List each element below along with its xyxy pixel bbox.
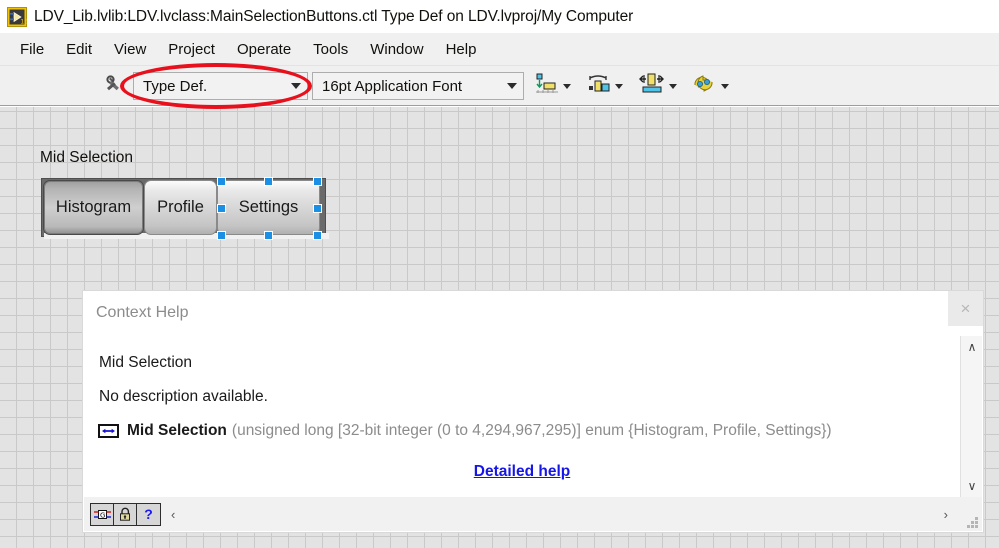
context-help-type-name: Mid Selection (127, 422, 227, 439)
resize-grip[interactable] (965, 515, 978, 528)
menu-view[interactable]: View (103, 38, 157, 61)
context-help-type-row: Mid Selection (unsigned long [32-bit int… (98, 422, 832, 440)
selection-handle-middle-right[interactable] (313, 204, 322, 213)
chevron-down-icon (563, 83, 571, 89)
detailed-help-link-wrap: Detailed help (84, 463, 960, 481)
show-optional-terminals-button[interactable]: G (91, 503, 114, 525)
enum-terminal-icon (98, 424, 119, 438)
segment-button-settings[interactable]: Settings (217, 180, 320, 235)
segment-button-histogram[interactable]: Histogram (43, 180, 144, 235)
wrench-icon (104, 74, 128, 98)
font-dropdown-value: 16pt Application Font (322, 77, 463, 95)
resize-objects-button[interactable] (638, 72, 677, 100)
chevron-down-icon (291, 83, 301, 89)
selection-handle-bottom-center[interactable] (264, 231, 273, 240)
front-panel-canvas[interactable]: Mid Selection Histogram Profile Settings… (0, 107, 999, 548)
context-help-vertical-scrollbar[interactable]: ∧ ∨ (960, 336, 982, 497)
selection-handle-bottom-right[interactable] (313, 231, 322, 240)
svg-text:16: 16 (20, 18, 27, 25)
menu-edit[interactable]: Edit (55, 38, 103, 61)
selection-handle-bottom-left[interactable] (217, 231, 226, 240)
window-title: LDV_Lib.lvlib:LDV.lvclass:MainSelectionB… (34, 7, 634, 25)
detailed-help-link[interactable]: Detailed help (474, 463, 570, 480)
scroll-up-icon[interactable]: ∧ (961, 336, 983, 358)
selection-handle-top-right[interactable] (313, 177, 322, 186)
menu-operate[interactable]: Operate (226, 38, 302, 61)
typedef-dropdown-value: Type Def. (143, 77, 208, 95)
chevron-down-icon (669, 83, 677, 89)
segment-button-profile[interactable]: Profile (144, 180, 217, 235)
close-icon[interactable]: × (948, 291, 983, 326)
context-help-title: Context Help (96, 304, 189, 321)
labview-control-icon: 16 (7, 6, 28, 27)
resize-objects-icon (638, 73, 666, 100)
scroll-down-icon[interactable]: ∨ (961, 475, 983, 497)
context-help-type-detail: (unsigned long [32-bit integer (0 to 4,2… (231, 422, 832, 439)
typedef-dropdown[interactable]: Type Def. (133, 72, 308, 100)
title-bar: 16 LDV_Lib.lvlib:LDV.lvclass:MainSelecti… (0, 0, 999, 33)
segment-button-profile-label: Profile (157, 198, 204, 216)
menu-help[interactable]: Help (435, 38, 488, 61)
lock-context-help-button[interactable] (114, 503, 137, 525)
context-help-window: Context Help × Mid Selection No descript… (82, 290, 984, 533)
distribute-objects-icon (586, 73, 612, 100)
context-help-description: No description available. (99, 388, 268, 405)
align-objects-icon (534, 73, 560, 100)
mid-selection-button-group[interactable]: Histogram Profile Settings (43, 180, 320, 235)
context-help-bottom-bar: G ? ‹ › (84, 497, 982, 531)
selection-handle-middle-left[interactable] (217, 204, 226, 213)
font-dropdown[interactable]: 16pt Application Font (312, 72, 524, 100)
labview-control-editor-window: 16 LDV_Lib.lvlib:LDV.lvclass:MainSelecti… (0, 0, 999, 548)
menu-project[interactable]: Project (157, 38, 226, 61)
menu-file[interactable]: File (9, 38, 55, 61)
context-help-item-name: Mid Selection (99, 354, 193, 371)
selection-handle-top-center[interactable] (264, 177, 273, 186)
menu-window[interactable]: Window (359, 38, 434, 61)
chevron-down-icon (615, 83, 623, 89)
reorder-objects-icon (692, 73, 718, 100)
scroll-right-icon[interactable]: › (944, 507, 948, 522)
menu-bar: File Edit View Project Operate Tools Win… (0, 33, 999, 66)
segment-button-histogram-label: Histogram (55, 198, 132, 216)
scroll-left-icon[interactable]: ‹ (171, 507, 175, 522)
segment-button-settings-label: Settings (238, 198, 299, 216)
align-objects-button[interactable] (534, 72, 571, 100)
reorder-objects-button[interactable] (692, 72, 729, 100)
menu-tools[interactable]: Tools (302, 38, 359, 61)
distribute-objects-button[interactable] (586, 72, 623, 100)
control-label: Mid Selection (40, 149, 134, 166)
selection-handle-top-left[interactable] (217, 177, 226, 186)
chevron-down-icon (507, 83, 517, 89)
context-help-body: Mid Selection No description available. … (84, 336, 960, 497)
detailed-help-button[interactable]: ? (137, 503, 160, 525)
chevron-down-icon (721, 83, 729, 89)
svg-text:G: G (100, 511, 105, 519)
question-mark-icon: ? (144, 506, 153, 522)
context-help-button-group: G ? (90, 502, 161, 526)
